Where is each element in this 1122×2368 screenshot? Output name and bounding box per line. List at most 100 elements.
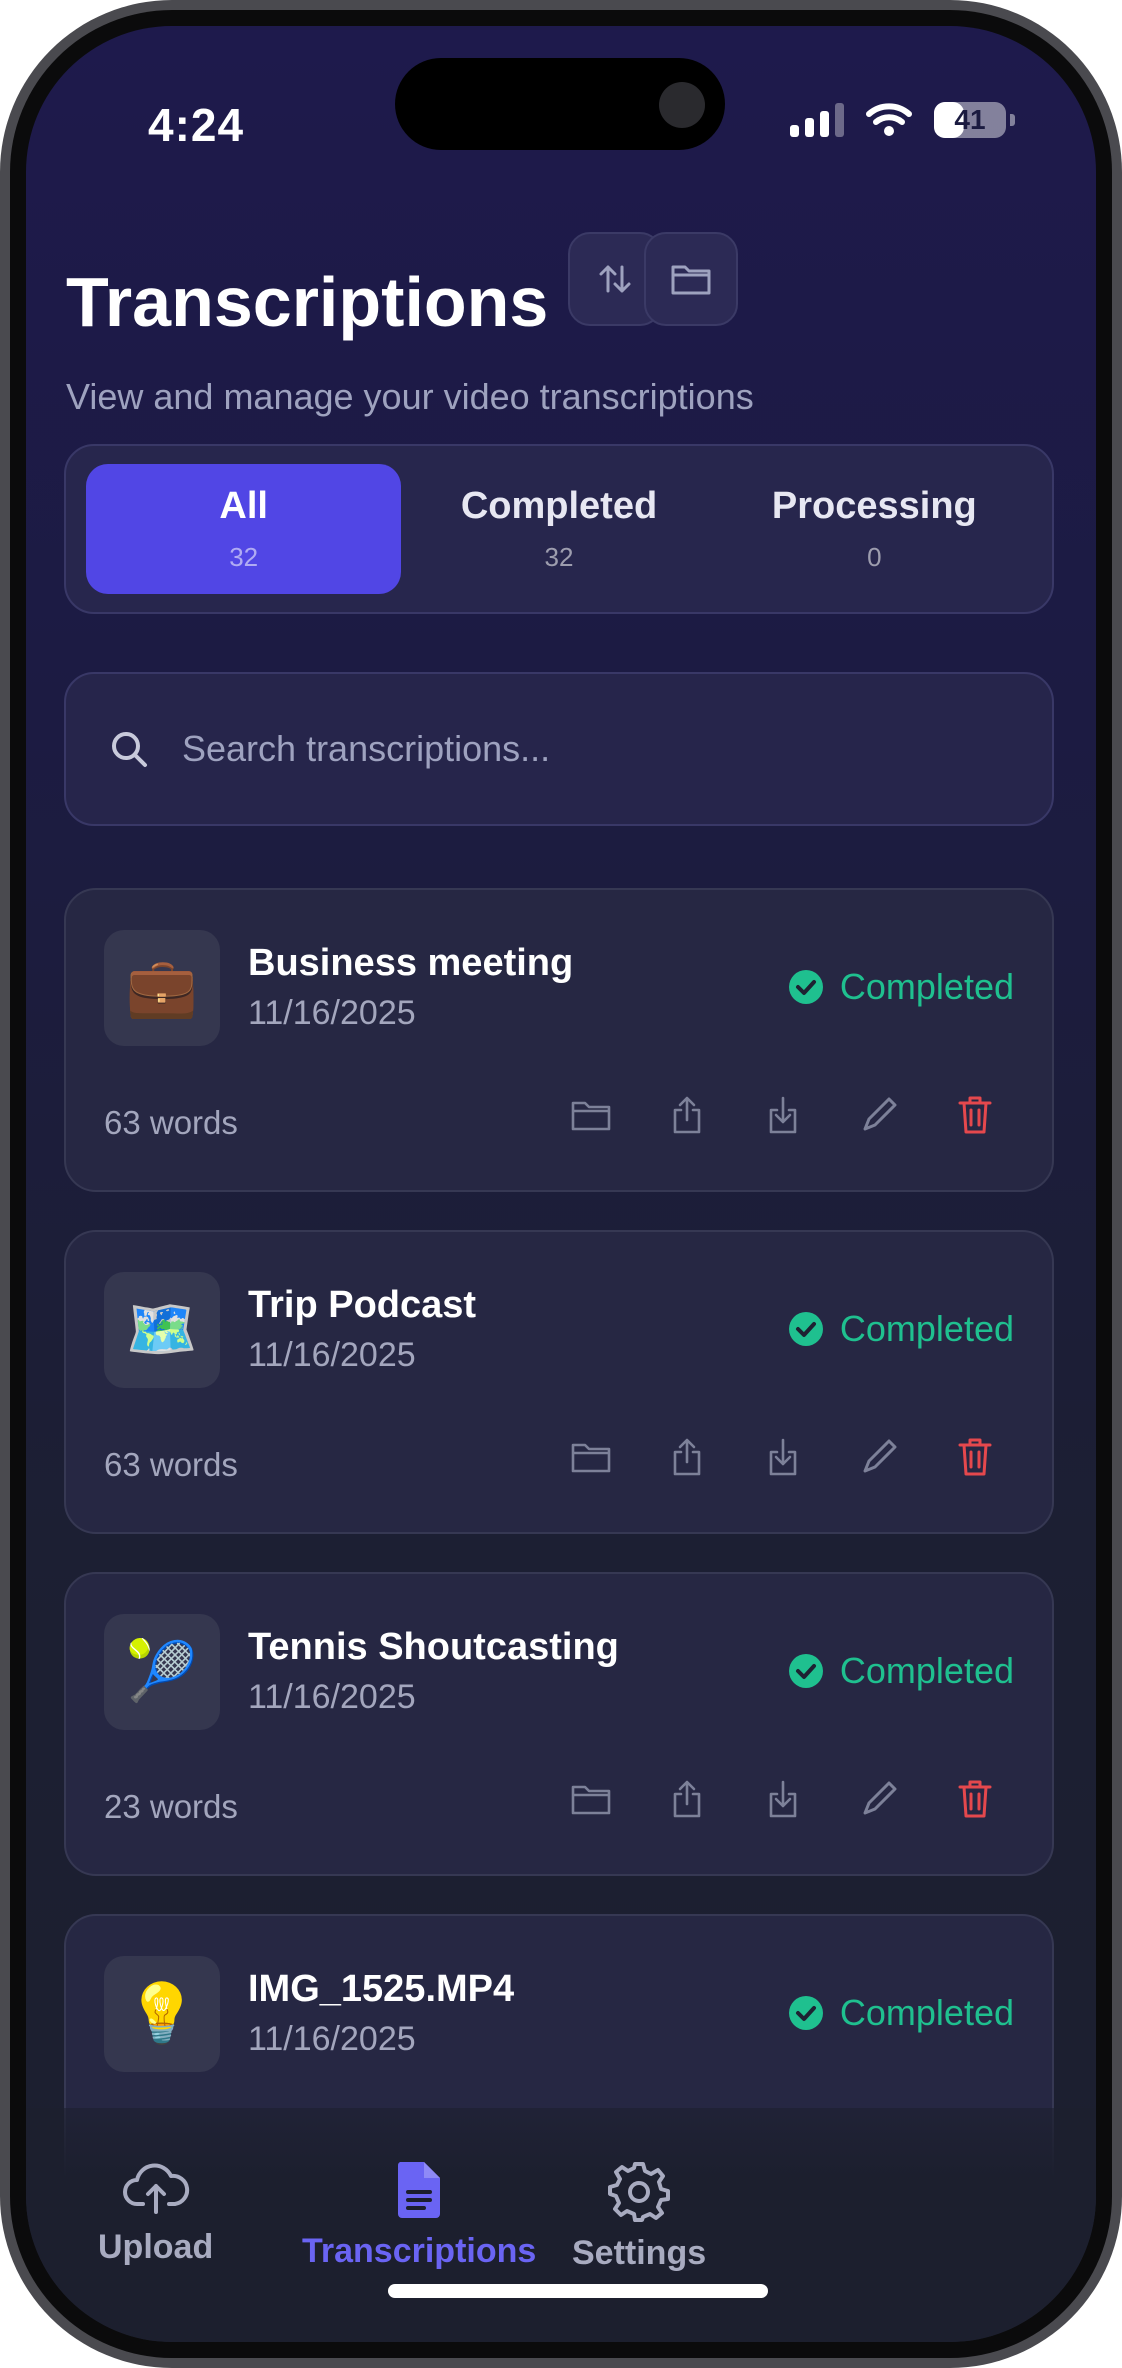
move-to-folder-button[interactable] (570, 1778, 612, 1820)
card-date: 11/16/2025 (248, 2020, 416, 2058)
share-button[interactable] (666, 1436, 708, 1478)
dynamic-island (395, 58, 725, 150)
share-icon (673, 1096, 701, 1134)
bottom-nav: Upload Transcriptions Settings (26, 2108, 1096, 2342)
transcription-card[interactable]: 💼 Business meeting 11/16/2025 Completed … (64, 888, 1054, 1192)
card-title: Tennis Shoutcasting (248, 1626, 619, 1668)
status-badge: Completed (788, 1308, 1014, 1350)
word-count: 63 words (104, 1104, 238, 1141)
status-label: Completed (839, 1992, 1014, 2033)
card-date: 11/16/2025 (248, 994, 416, 1032)
download-button[interactable] (762, 1778, 804, 1820)
card-actions (570, 1778, 996, 1820)
wifi-icon (866, 103, 912, 136)
folder-icon (571, 1101, 611, 1131)
share-icon (673, 1780, 701, 1818)
status-time: 4:24 (148, 99, 245, 151)
tab-label: Processing (771, 485, 977, 527)
folder-button[interactable] (644, 232, 738, 326)
nav-transcriptions[interactable]: Transcriptions (302, 2160, 536, 2271)
share-button[interactable] (666, 1778, 708, 1820)
tab-count: 32 (229, 542, 259, 572)
trash-icon (958, 1780, 992, 1818)
lightbulb-icon: 💡 (104, 1956, 220, 2072)
status-badge: Completed (788, 966, 1014, 1008)
nav-settings[interactable]: Settings (572, 2160, 706, 2273)
folder-icon (671, 265, 711, 295)
download-button[interactable] (762, 1436, 804, 1478)
edit-button[interactable] (858, 1778, 900, 1820)
pencil-icon (863, 1097, 897, 1131)
trash-icon (958, 1096, 992, 1134)
status-label: Completed (839, 1308, 1014, 1349)
cloud-upload-icon (122, 2163, 189, 2214)
status-label: Completed (839, 966, 1014, 1007)
phone-frame: 4:24 41 Transcriptions View and manage y… (0, 0, 1122, 2368)
nav-label: Transcriptions (302, 2232, 537, 2270)
status-badge: Completed (788, 1992, 1014, 2034)
folder-icon (571, 1785, 611, 1815)
delete-button[interactable] (954, 1094, 996, 1136)
sort-arrows-icon (599, 265, 631, 293)
move-to-folder-button[interactable] (570, 1094, 612, 1136)
battery-icon: 41 (934, 102, 1015, 138)
search-icon (112, 732, 147, 767)
tab-label: All (219, 485, 268, 527)
download-icon (769, 1780, 797, 1818)
download-button[interactable] (762, 1094, 804, 1136)
trash-icon (958, 1438, 992, 1476)
folder-icon (571, 1443, 611, 1473)
page-title: Transcriptions (66, 263, 549, 341)
delete-button[interactable] (954, 1436, 996, 1478)
status-label: Completed (839, 1650, 1014, 1691)
card-date: 11/16/2025 (248, 1678, 416, 1716)
search-input[interactable] (180, 727, 980, 771)
check-circle-icon (788, 1996, 823, 2030)
front-camera (659, 82, 705, 128)
tab-label: Completed (460, 485, 658, 527)
nav-upload[interactable]: Upload (98, 2160, 213, 2267)
card-title: Trip Podcast (248, 1284, 477, 1326)
search-bar[interactable] (64, 672, 1054, 826)
phone-bezel: 4:24 41 Transcriptions View and manage y… (10, 10, 1112, 2358)
transcription-card[interactable]: 🗺️ Trip Podcast 11/16/2025 Completed 63 … (64, 1230, 1054, 1534)
transcription-list: 💼 Business meeting 11/16/2025 Completed … (64, 888, 1054, 2256)
check-circle-icon (788, 1312, 823, 1346)
tab-count: 0 (867, 542, 882, 572)
home-indicator[interactable] (388, 2284, 768, 2298)
filter-tabs: All 32 Completed 32 Processing 0 (64, 444, 1054, 614)
check-circle-icon (788, 1654, 823, 1688)
battery-level: 41 (954, 104, 986, 135)
nav-label: Upload (98, 2228, 214, 2266)
edit-button[interactable] (858, 1436, 900, 1478)
share-button[interactable] (666, 1094, 708, 1136)
pencil-icon (863, 1781, 897, 1815)
pencil-icon (863, 1439, 897, 1473)
briefcase-icon: 💼 (104, 930, 220, 1046)
tab-count: 32 (544, 542, 574, 572)
tab-processing[interactable]: Processing 0 (717, 464, 1032, 594)
tab-completed[interactable]: Completed 32 (401, 464, 716, 594)
status-indicators: 41 (790, 102, 1015, 138)
card-title: IMG_1525.MP4 (248, 1968, 515, 2010)
nav-label: Settings (572, 2234, 707, 2272)
delete-button[interactable] (954, 1778, 996, 1820)
word-count: 63 words (104, 1446, 238, 1483)
card-title: Business meeting (248, 942, 574, 984)
card-date: 11/16/2025 (248, 1336, 416, 1374)
download-icon (769, 1438, 797, 1476)
gear-icon (608, 2162, 671, 2222)
status-badge: Completed (788, 1650, 1014, 1692)
tab-all[interactable]: All 32 (86, 464, 402, 594)
card-actions (570, 1436, 996, 1478)
edit-button[interactable] (858, 1094, 900, 1136)
word-count: 23 words (104, 1788, 238, 1825)
move-to-folder-button[interactable] (570, 1436, 612, 1478)
transcription-card[interactable]: 🎾 Tennis Shoutcasting 11/16/2025 Complet… (64, 1572, 1054, 1876)
document-icon (398, 2162, 441, 2218)
map-icon: 🗺️ (104, 1272, 220, 1388)
tennis-ball-icon: 🎾 (104, 1614, 220, 1730)
share-icon (673, 1438, 701, 1476)
card-actions (570, 1094, 996, 1136)
app-screen: 4:24 41 Transcriptions View and manage y… (26, 26, 1096, 2342)
